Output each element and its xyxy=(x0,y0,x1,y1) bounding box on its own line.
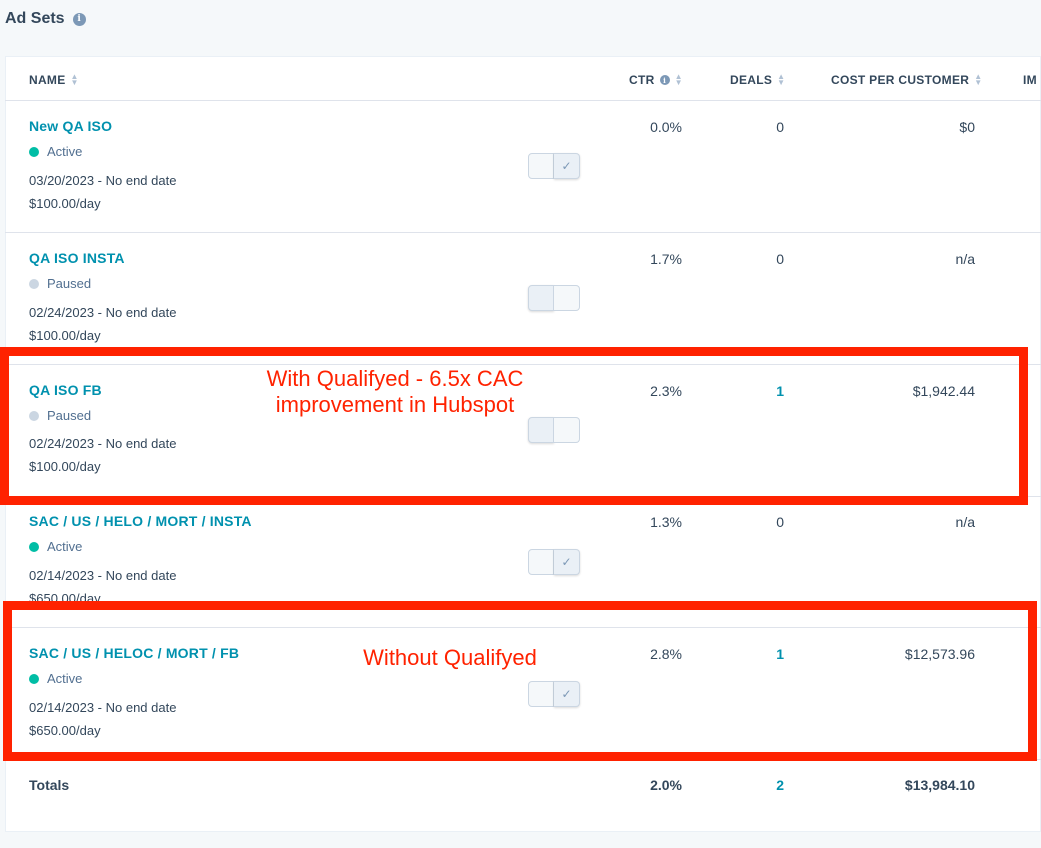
status-label: Active xyxy=(47,144,83,159)
column-header-impressions[interactable]: IM xyxy=(1023,73,1037,87)
annotation-line: improvement in Hubspot xyxy=(275,392,515,417)
deals-value: 0 xyxy=(776,119,784,135)
column-header-name-label: NAME xyxy=(29,73,66,87)
header-divider xyxy=(5,100,1041,101)
ctr-value: 0.0% xyxy=(650,119,682,135)
check-icon: ✓ xyxy=(554,153,580,179)
ad-set-name-link[interactable]: QA ISO INSTA xyxy=(29,250,125,266)
status-badge: Active xyxy=(29,539,82,554)
column-header-deals[interactable]: DEALS ▲ ▼ xyxy=(730,73,785,88)
status-badge: Active xyxy=(29,144,82,159)
check-icon: ✓ xyxy=(554,549,580,575)
status-label: Active xyxy=(47,539,83,554)
column-header-name[interactable]: NAME ▲ ▼ xyxy=(29,73,79,88)
annotation-line: With Qualifyed - 6.5x CAC xyxy=(266,366,524,391)
ad-set-toggle[interactable] xyxy=(528,285,580,311)
info-icon[interactable]: i xyxy=(659,75,670,85)
row-divider xyxy=(5,232,1041,233)
status-paused-dot xyxy=(29,278,39,289)
status-active-dot xyxy=(29,541,39,552)
annotation-box-without-qualifyed xyxy=(3,601,1037,761)
totals-ctr: 2.0% xyxy=(650,777,682,793)
annotation-without-qualifyed: Without Qualifyed xyxy=(363,645,537,670)
cost-per-customer-value: $0 xyxy=(959,119,975,135)
schedule-date: 02/14/2023 - No end date xyxy=(29,568,177,583)
sort-icon[interactable]: ▲ ▼ xyxy=(974,73,982,87)
sort-icon[interactable]: ▲ ▼ xyxy=(777,73,785,87)
cost-per-customer-value: n/a xyxy=(955,514,975,530)
totals-cost-per-customer: $13,984.10 xyxy=(904,777,975,793)
sort-icon[interactable]: ▲ ▼ xyxy=(71,73,79,87)
column-header-cost-label: COST PER CUSTOMER xyxy=(831,73,970,87)
info-icon[interactable]: i xyxy=(72,12,86,26)
column-header-ctr-label: CTR xyxy=(629,73,655,87)
status-badge: Paused xyxy=(29,276,91,291)
cost-per-customer-value: n/a xyxy=(955,251,975,267)
ad-set-toggle[interactable]: ✓ xyxy=(528,153,580,179)
deals-value: 0 xyxy=(776,514,784,530)
deals-value: 0 xyxy=(776,251,784,267)
ctr-value: 1.3% xyxy=(650,514,682,530)
column-header-ctr[interactable]: CTR i ▲ ▼ xyxy=(629,73,683,88)
status-label: Paused xyxy=(47,276,92,291)
column-header-cost-per-customer[interactable]: COST PER CUSTOMER ▲ ▼ xyxy=(831,73,982,88)
daily-budget: $100.00/day xyxy=(29,328,101,343)
schedule-date: 03/20/2023 - No end date xyxy=(29,173,177,188)
page-title: Ad Sets xyxy=(5,10,65,27)
column-header-deals-label: DEALS xyxy=(730,73,773,87)
schedule-date: 02/24/2023 - No end date xyxy=(29,305,177,320)
totals-label: Totals xyxy=(29,777,70,793)
daily-budget: $100.00/day xyxy=(29,196,101,211)
ad-set-name-link[interactable]: SAC / US / HELO / MORT / INSTA xyxy=(29,513,252,529)
sort-icon[interactable]: ▲ ▼ xyxy=(675,73,683,87)
ad-set-name-link[interactable]: New QA ISO xyxy=(29,118,112,134)
column-header-im-label: IM xyxy=(1023,73,1037,87)
page-title-bar: Ad Sets i xyxy=(5,10,86,28)
ad-set-toggle[interactable]: ✓ xyxy=(528,549,580,575)
totals-deals-link[interactable]: 2 xyxy=(776,777,784,793)
ctr-value: 1.7% xyxy=(650,251,682,267)
status-active-dot xyxy=(29,146,39,157)
annotation-with-qualifyed: With Qualifyed - 6.5x CAC improvement in… xyxy=(230,366,560,418)
